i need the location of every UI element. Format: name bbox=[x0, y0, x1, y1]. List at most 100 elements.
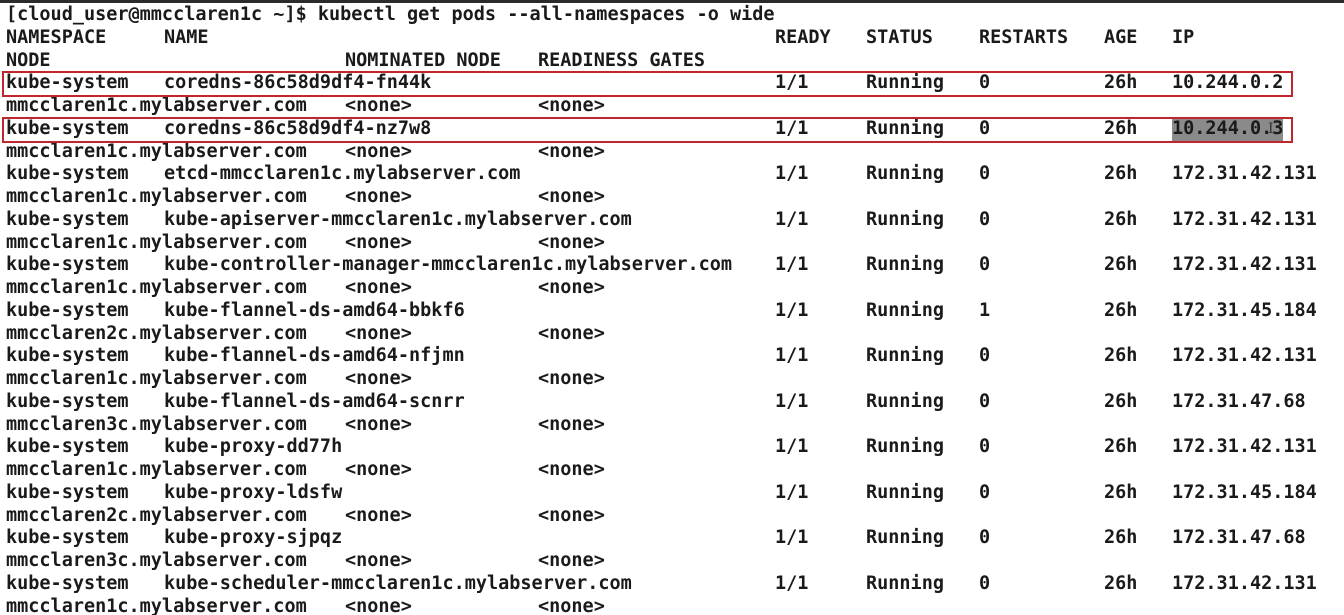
pod-age: 26h bbox=[1104, 208, 1138, 230]
pod-readiness-gates: <none> bbox=[538, 277, 605, 298]
pod-node: mmcclaren1c.mylabserver.com bbox=[6, 459, 307, 480]
pod-name: kube-apiserver-mmcclaren1c.mylabserver.c… bbox=[164, 208, 632, 230]
pod-restarts: 0 bbox=[979, 163, 991, 185]
pod-name: kube-scheduler-mmcclaren1c.mylabserver.c… bbox=[164, 572, 632, 594]
header-age: AGE bbox=[1104, 26, 1138, 48]
pod-age: 26h bbox=[1104, 163, 1138, 185]
pod-ip: 172.31.45.184 bbox=[1172, 299, 1317, 321]
pod-ready: 1/1 bbox=[775, 208, 809, 230]
pod-nominated-node: <none> bbox=[345, 459, 412, 480]
pod-row-node-line[interactable]: mmcclaren1c.mylabserver.com <none> <none> bbox=[0, 277, 1344, 300]
table-header-row-wrapped: NODE NOMINATED NODE READINESS GATES bbox=[0, 50, 1344, 73]
pod-row-node-line[interactable]: mmcclaren1c.mylabserver.com <none> <none> bbox=[0, 186, 1344, 209]
pod-restarts: 0 bbox=[979, 527, 991, 549]
pod-node: mmcclaren3c.mylabserver.com bbox=[6, 413, 307, 435]
pod-ready: 1/1 bbox=[775, 163, 809, 185]
pod-restarts: 1 bbox=[979, 299, 991, 321]
pod-node: mmcclaren2c.mylabserver.com bbox=[6, 504, 307, 526]
pod-age: 26h bbox=[1104, 72, 1138, 94]
pod-nominated-node: <none> bbox=[345, 550, 412, 571]
pod-name: coredns-86c58d9df4-fn44k bbox=[164, 72, 432, 94]
pod-ip-selected-text: 10.244.0.3 bbox=[1172, 117, 1284, 141]
header-ip: IP bbox=[1172, 26, 1195, 48]
pod-readiness-gates: <none> bbox=[538, 231, 605, 253]
pod-ip: 172.31.47.68 bbox=[1172, 527, 1306, 549]
pod-readiness-gates: <none> bbox=[538, 140, 605, 162]
pod-row[interactable]: kube-system kube-flannel-ds-amd64-bbkf6 1/… bbox=[0, 300, 1344, 323]
pod-ip: 172.31.42.131 bbox=[1172, 163, 1317, 185]
pod-name: kube-flannel-ds-amd64-bbkf6 bbox=[164, 299, 465, 321]
pod-readiness-gates: <none> bbox=[538, 595, 605, 615]
pod-age: 26h bbox=[1104, 527, 1138, 549]
pod-row[interactable]: kube-system kube-controller-manager-mmccl… bbox=[0, 254, 1344, 277]
header-restarts: RESTARTS bbox=[979, 26, 1069, 48]
pod-status: Running bbox=[866, 481, 944, 503]
pod-age: 26h bbox=[1104, 117, 1138, 139]
pod-namespace: kube-system bbox=[6, 208, 129, 230]
pod-name: kube-proxy-dd77h bbox=[164, 436, 343, 458]
pod-row[interactable]: kube-system kube-proxy-dd77h 1/1 Running 0 26… bbox=[0, 436, 1344, 459]
pod-restarts: 0 bbox=[979, 72, 991, 94]
header-nominated-node: NOMINATED NODE bbox=[345, 49, 501, 71]
pod-nominated-node: <none> bbox=[345, 413, 412, 435]
pod-row-node-line[interactable]: mmcclaren3c.mylabserver.com <none> <none> bbox=[0, 414, 1344, 437]
pod-row-node-line[interactable]: mmcclaren1c.mylabserver.com <none> <none> bbox=[0, 95, 1344, 118]
header-node: NODE bbox=[6, 49, 51, 71]
pod-row-node-line[interactable]: mmcclaren1c.mylabserver.com <none> <none> bbox=[0, 232, 1344, 255]
pod-age: 26h bbox=[1104, 345, 1138, 367]
pod-readiness-gates: <none> bbox=[538, 504, 605, 526]
pod-age: 26h bbox=[1104, 390, 1138, 412]
pod-ip: 10.244.0.2 bbox=[1172, 72, 1284, 94]
pod-name: kube-proxy-ldsfw bbox=[164, 481, 343, 503]
pod-age: 26h bbox=[1104, 436, 1138, 458]
pod-namespace: kube-system bbox=[6, 390, 129, 412]
pod-namespace: kube-system bbox=[6, 527, 129, 549]
pod-row-node-line[interactable]: mmcclaren2c.mylabserver.com <none> <none> bbox=[0, 323, 1344, 346]
pod-ip: 172.31.42.131 bbox=[1172, 345, 1317, 367]
header-ready: READY bbox=[775, 26, 831, 48]
pod-row-node-line[interactable]: mmcclaren1c.mylabserver.com <none> <none> bbox=[0, 368, 1344, 391]
pod-status: Running bbox=[866, 72, 944, 94]
pod-status: Running bbox=[866, 572, 944, 594]
pod-ready: 1/1 bbox=[775, 481, 809, 503]
pod-row-node-line[interactable]: mmcclaren1c.mylabserver.com <none> <none> bbox=[0, 459, 1344, 482]
pod-namespace: kube-system bbox=[6, 72, 129, 94]
pod-row[interactable]: kube-system coredns-86c58d9df4-nz7w8 1/1 Ru… bbox=[0, 117, 1344, 141]
pod-restarts: 0 bbox=[979, 254, 991, 276]
pod-restarts: 0 bbox=[979, 345, 991, 367]
pod-namespace: kube-system bbox=[6, 299, 129, 321]
pod-row[interactable]: kube-system kube-flannel-ds-amd64-scnrr 1/… bbox=[0, 391, 1344, 414]
pod-restarts: 0 bbox=[979, 390, 991, 412]
pod-row-node-line[interactable]: mmcclaren2c.mylabserver.com <none> <none> bbox=[0, 505, 1344, 528]
pod-name: kube-controller-manager-mmcclaren1c.myla… bbox=[164, 254, 733, 276]
window-top-edge bbox=[0, 0, 1344, 3]
pod-status: Running bbox=[866, 208, 944, 230]
pod-ip: 172.31.42.131 bbox=[1172, 436, 1317, 458]
pod-ready: 1/1 bbox=[775, 345, 809, 367]
pod-row[interactable]: kube-system kube-flannel-ds-amd64-nfjmn 1/… bbox=[0, 345, 1344, 368]
pod-restarts: 0 bbox=[979, 436, 991, 458]
pod-readiness-gates: <none> bbox=[538, 95, 605, 116]
pod-ready: 1/1 bbox=[775, 72, 809, 94]
pod-nominated-node: <none> bbox=[345, 277, 412, 298]
pod-row[interactable]: kube-system kube-apiserver-mmcclaren1c.my… bbox=[0, 209, 1344, 232]
pod-row-node-line[interactable]: mmcclaren3c.mylabserver.com <none> <none> bbox=[0, 550, 1344, 573]
pod-row-node-line[interactable]: mmcclaren1c.mylabserver.com <none> <none> bbox=[0, 141, 1344, 164]
pod-name: kube-flannel-ds-amd64-nfjmn bbox=[164, 345, 465, 367]
pod-row-node-line[interactable]: mmcclaren1c.mylabserver.com <none> <none> bbox=[0, 596, 1344, 615]
command-prompt: [cloud_user@mmcclaren1c ~]$ kubectl get … bbox=[6, 4, 775, 25]
pod-row[interactable]: kube-system kube-proxy-ldsfw 1/1 Running 0 26… bbox=[0, 482, 1344, 505]
pod-row[interactable]: kube-system coredns-86c58d9df4-fn44k 1/1 Ru… bbox=[0, 72, 1344, 95]
pod-ready: 1/1 bbox=[775, 254, 809, 276]
pod-nominated-node: <none> bbox=[345, 504, 412, 526]
pod-nominated-node: <none> bbox=[345, 595, 412, 615]
pod-node: mmcclaren3c.mylabserver.com bbox=[6, 550, 307, 571]
pod-node: mmcclaren1c.mylabserver.com bbox=[6, 140, 307, 162]
terminal-window[interactable]: [cloud_user@mmcclaren1c ~]$ kubectl get … bbox=[0, 0, 1344, 615]
pod-row[interactable]: kube-system kube-proxy-sjpqz 1/1 Running 0 26… bbox=[0, 527, 1344, 550]
pod-row[interactable]: kube-system kube-scheduler-mmcclaren1c.my… bbox=[0, 573, 1344, 596]
pod-ready: 1/1 bbox=[775, 436, 809, 458]
pod-row[interactable]: kube-system etcd-mmcclaren1c.mylabserver.… bbox=[0, 163, 1344, 186]
pod-name: coredns-86c58d9df4-nz7w8 bbox=[164, 117, 432, 139]
table-header-row: NAMESPACE NAME READY STATUS RESTARTS AGE… bbox=[0, 27, 1344, 50]
